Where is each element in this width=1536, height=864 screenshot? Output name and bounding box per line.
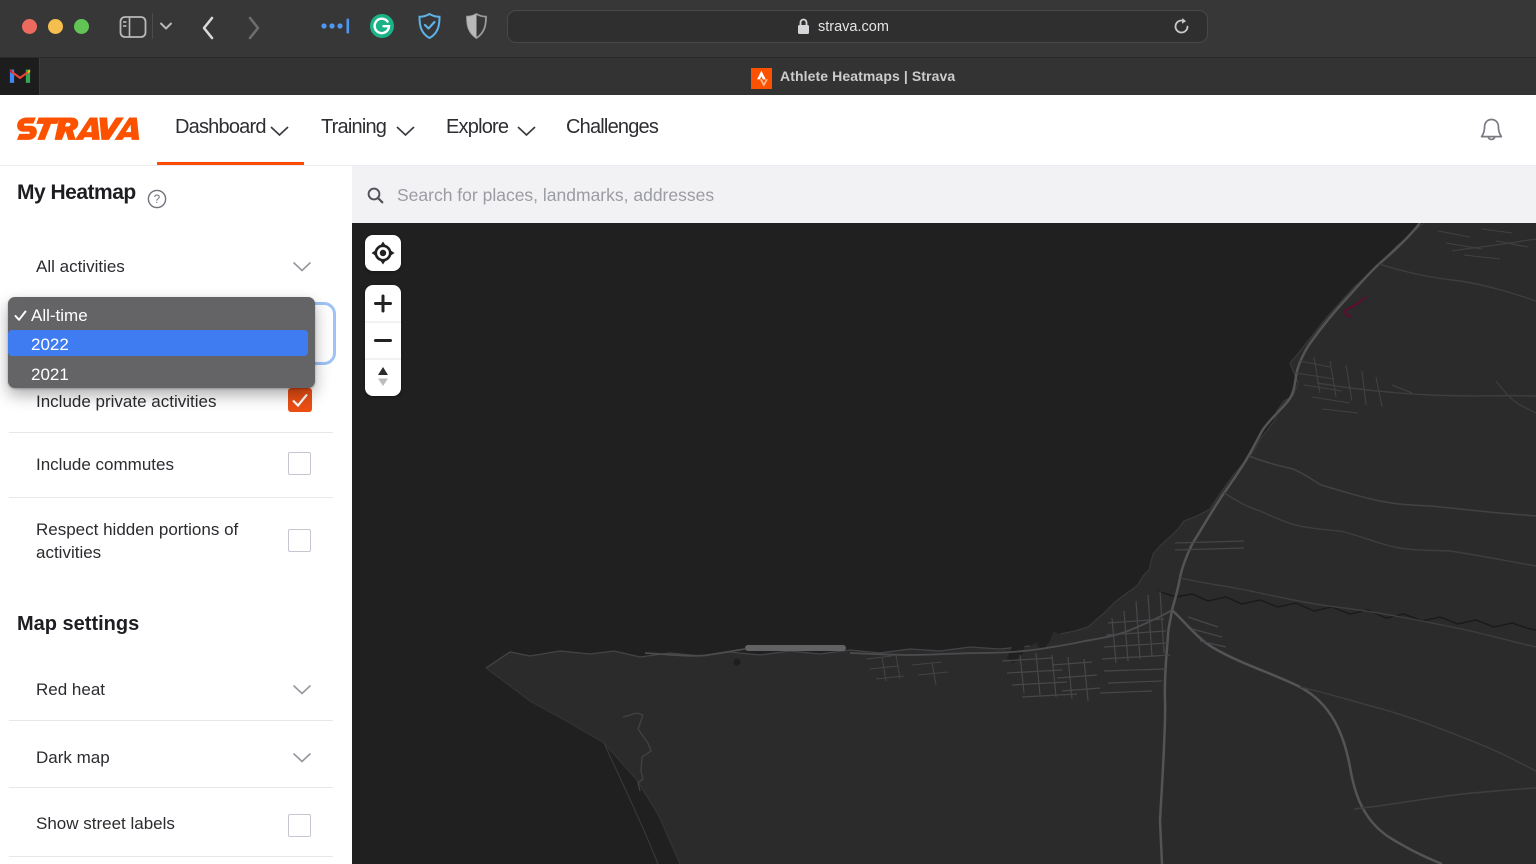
- svg-text:?: ?: [154, 194, 160, 206]
